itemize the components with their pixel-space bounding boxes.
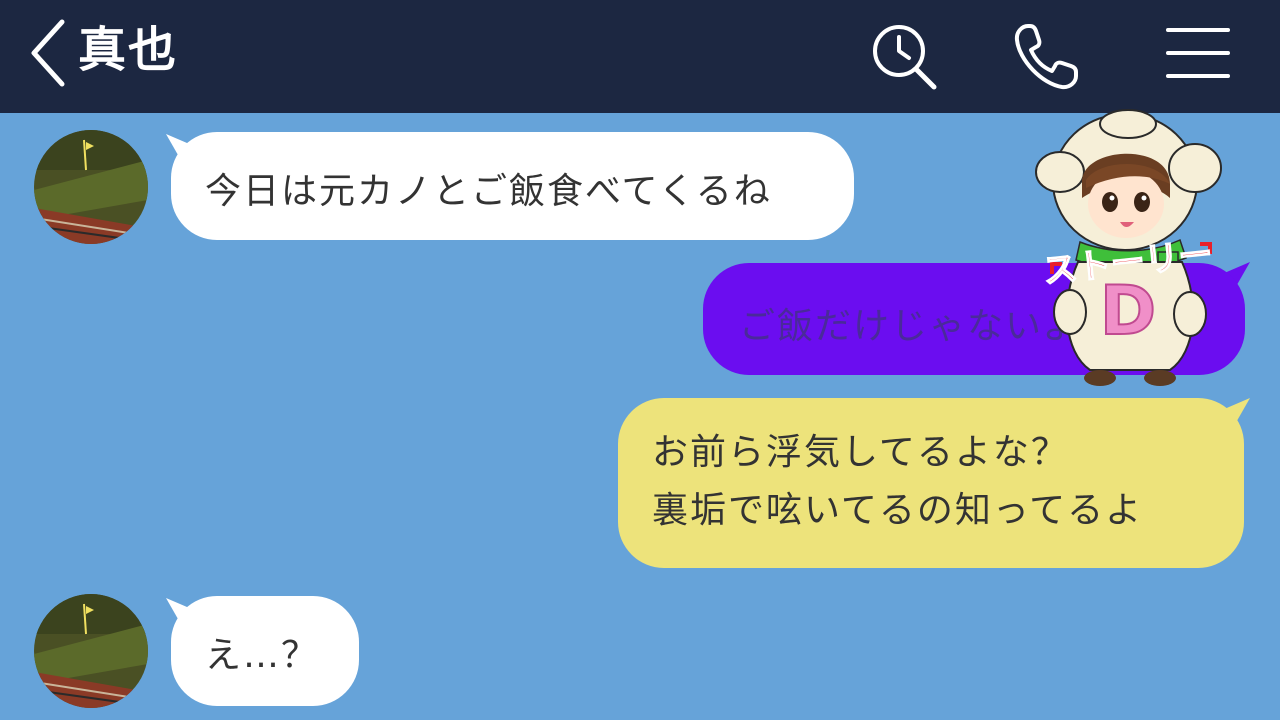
search-history-icon — [873, 25, 937, 90]
message-bubble-incoming[interactable]: え…？ — [171, 596, 359, 706]
phone-icon — [1014, 24, 1078, 90]
message-bubble-outgoing[interactable]: お前ら浮気してるよな？ 裏垢で呟いてるの知ってるよ — [618, 398, 1244, 568]
back-chevron-icon — [31, 19, 65, 87]
menu-button[interactable] — [1162, 20, 1236, 94]
avatar-photo — [34, 594, 148, 708]
mascot-letter: D — [1100, 272, 1156, 351]
back-button[interactable] — [22, 16, 72, 90]
menu-icon — [1166, 28, 1230, 78]
chat-header: 真也 — [0, 0, 1280, 113]
message-text: 今日は元カノとご飯食べてくるね — [205, 171, 772, 212]
sheep-mascot-illustration: ストーリー D — [1035, 109, 1222, 386]
contact-name: 真也 — [78, 22, 179, 78]
mascot-sticker: ストーリー D — [1030, 102, 1230, 392]
contact-avatar[interactable] — [34, 594, 148, 708]
call-button[interactable] — [1010, 20, 1084, 94]
message-bubble-incoming[interactable]: 今日は元カノとご飯食べてくるね — [171, 132, 854, 240]
message-text: え…？ — [205, 635, 320, 676]
message-text-line-1: お前ら浮気してるよな？ — [652, 432, 1069, 473]
avatar-photo — [34, 130, 148, 244]
message-text-line-2: 裏垢で呟いてるの知ってるよ — [652, 490, 1144, 531]
search-button[interactable] — [866, 20, 940, 94]
contact-avatar[interactable] — [34, 130, 148, 244]
